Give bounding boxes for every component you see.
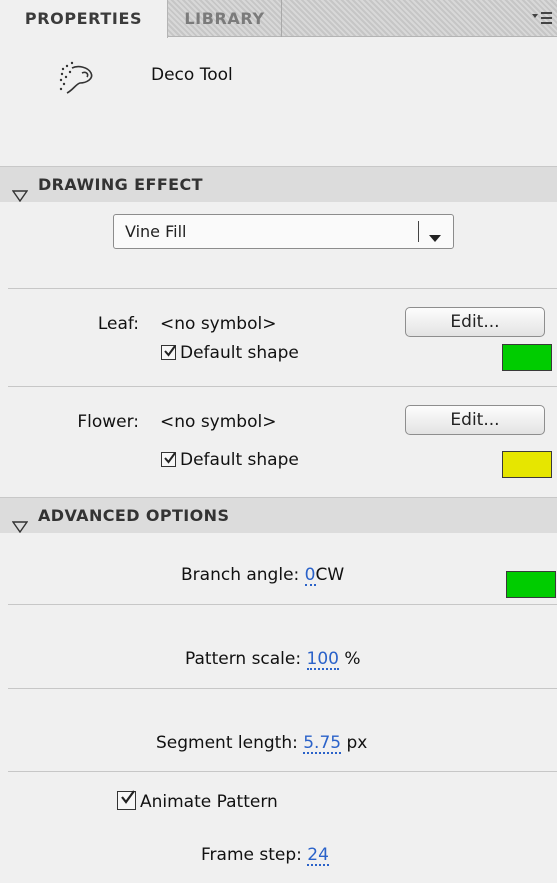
frame-step-row: Frame step: 24 (201, 845, 329, 866)
flower-default-shape[interactable]: Default shape (161, 450, 299, 470)
leaf-default-shape-checkbox[interactable] (161, 345, 176, 360)
leaf-edit-button[interactable]: Edit... (405, 307, 545, 337)
segment-length-row: Segment length: 5.75 px (156, 733, 367, 754)
branch-angle-unit: CW (315, 565, 345, 585)
collapse-triangle-icon (11, 510, 29, 546)
deco-spray-icon (58, 61, 98, 102)
divider (8, 386, 557, 387)
branch-angle-label: Branch angle: (181, 565, 300, 585)
branch-angle-row: Branch angle: 0CW (181, 565, 344, 586)
divider (8, 288, 557, 289)
divider (8, 771, 557, 772)
drawing-effect-dropdown[interactable]: Vine Fill (113, 214, 454, 249)
tool-name: Deco Tool (151, 65, 233, 85)
segment-length-unit: px (346, 733, 368, 753)
collapse-triangle-icon (11, 179, 29, 215)
pattern-scale-row: Pattern scale: 100 % (185, 649, 361, 670)
flower-edit-button[interactable]: Edit... (405, 405, 545, 435)
flower-default-shape-label: Default shape (180, 450, 299, 470)
animate-pattern-checkbox[interactable] (117, 790, 136, 810)
leaf-color-swatch[interactable] (502, 344, 552, 371)
panel-menu-icon[interactable] (531, 9, 553, 27)
branch-angle-value[interactable]: 0 (304, 566, 316, 586)
advanced-options-header[interactable]: ADVANCED OPTIONS (0, 497, 557, 534)
frame-step-value[interactable]: 24 (307, 846, 329, 866)
segment-length-value[interactable]: 5.75 (303, 734, 342, 754)
pattern-scale-label: Pattern scale: (185, 649, 302, 669)
frame-step-label: Frame step: (201, 845, 302, 865)
divider (8, 688, 557, 689)
leaf-label: Leaf: (97, 314, 139, 334)
chevron-down-icon (429, 228, 441, 248)
animate-pattern-label: Animate Pattern (140, 792, 278, 812)
tab-library[interactable]: LIBRARY (168, 0, 282, 37)
drawing-effect-value: Vine Fill (125, 222, 187, 241)
dropdown-separator (418, 221, 419, 242)
panel-tab-bar: PROPERTIES LIBRARY (0, 0, 557, 38)
leaf-default-shape[interactable]: Default shape (161, 343, 299, 363)
animate-pattern-row[interactable]: Animate Pattern (117, 790, 278, 812)
branch-color-swatch[interactable] (506, 571, 556, 598)
flower-color-swatch[interactable] (502, 451, 552, 478)
divider (8, 604, 557, 605)
flower-default-shape-checkbox[interactable] (161, 452, 176, 467)
tab-properties[interactable]: PROPERTIES (0, 0, 168, 38)
flower-symbol: <no symbol> (160, 412, 277, 432)
segment-length-label: Segment length: (156, 733, 298, 753)
advanced-options-title: ADVANCED OPTIONS (38, 506, 230, 525)
flower-label: Flower: (77, 412, 139, 432)
leaf-default-shape-label: Default shape (180, 343, 299, 363)
pattern-scale-unit: % (344, 649, 361, 669)
pattern-scale-value[interactable]: 100 (306, 650, 339, 670)
leaf-symbol: <no symbol> (160, 314, 277, 334)
drawing-effect-header[interactable]: DRAWING EFFECT (0, 166, 557, 203)
drawing-effect-title: DRAWING EFFECT (38, 175, 203, 194)
